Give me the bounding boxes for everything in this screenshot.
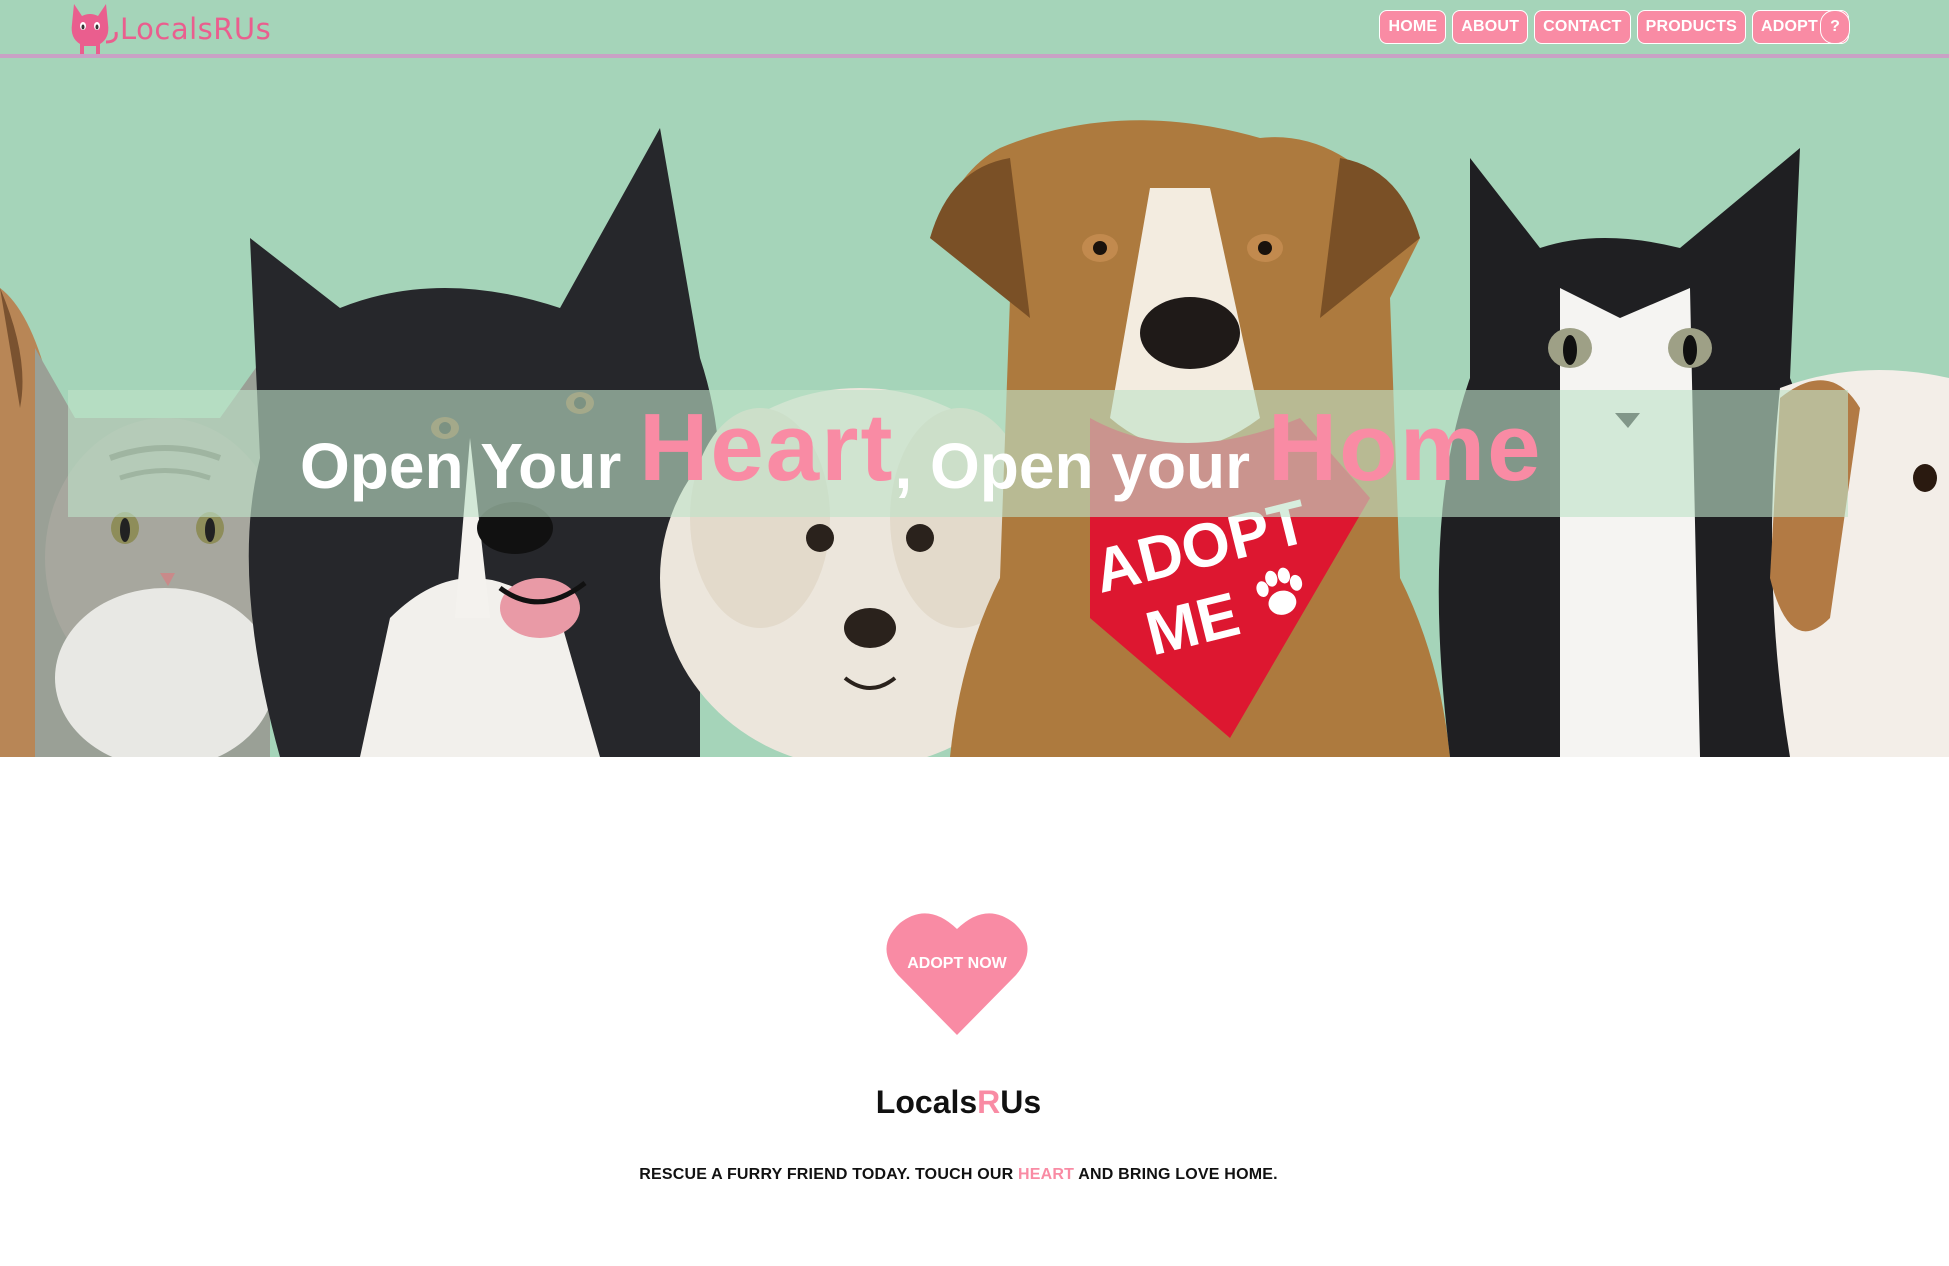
adopt-now-button[interactable]: ADOPT NOW bbox=[882, 907, 1032, 1037]
brand-part3: Us bbox=[1000, 1084, 1042, 1120]
nav-products[interactable]: PRODUCTS bbox=[1636, 10, 1746, 44]
adopt-now-label: ADOPT NOW bbox=[907, 955, 1007, 972]
hero-title-part1: Open Your bbox=[300, 430, 639, 502]
brand-heading: LocalsRUs bbox=[0, 1084, 1917, 1121]
hero-title: Open Your Heart, Open your Home bbox=[300, 400, 1543, 504]
logo[interactable]: LocalsRUs bbox=[70, 0, 271, 58]
tagline-highlight: HEART bbox=[1018, 1166, 1075, 1183]
hero-banner: ADOPT ME Open Your Heart, Open your Home bbox=[0, 58, 1949, 757]
brand-part2: R bbox=[977, 1084, 1001, 1120]
tagline-part1: RESCUE A FURRY FRIEND TODAY. TOUCH OUR bbox=[639, 1166, 1019, 1183]
site-header: LocalsRUs HOME ABOUT CONTACT PRODUCTS AD… bbox=[0, 0, 1949, 58]
hero-title-home: Home bbox=[1267, 394, 1543, 501]
nav-home[interactable]: HOME bbox=[1379, 10, 1447, 44]
cat-logo-icon bbox=[71, 4, 118, 54]
logo-text: LocalsRUs bbox=[120, 12, 272, 46]
help-button[interactable]: ? bbox=[1820, 10, 1850, 44]
hero-title-heart: Heart bbox=[639, 394, 895, 501]
tagline: RESCUE A FURRY FRIEND TODAY. TOUCH OUR H… bbox=[0, 1166, 1917, 1184]
nav-about[interactable]: ABOUT bbox=[1452, 10, 1529, 44]
tagline-part2: AND BRING LOVE HOME. bbox=[1074, 1166, 1278, 1183]
main-nav: HOME ABOUT CONTACT PRODUCTS ADOPT bbox=[1379, 10, 1849, 44]
brand-part1: Locals bbox=[875, 1084, 978, 1120]
nav-contact[interactable]: CONTACT bbox=[1534, 10, 1631, 44]
page: LocalsRUs HOME ABOUT CONTACT PRODUCTS AD… bbox=[0, 0, 1949, 1266]
hero-title-part2: , Open your bbox=[894, 430, 1268, 502]
